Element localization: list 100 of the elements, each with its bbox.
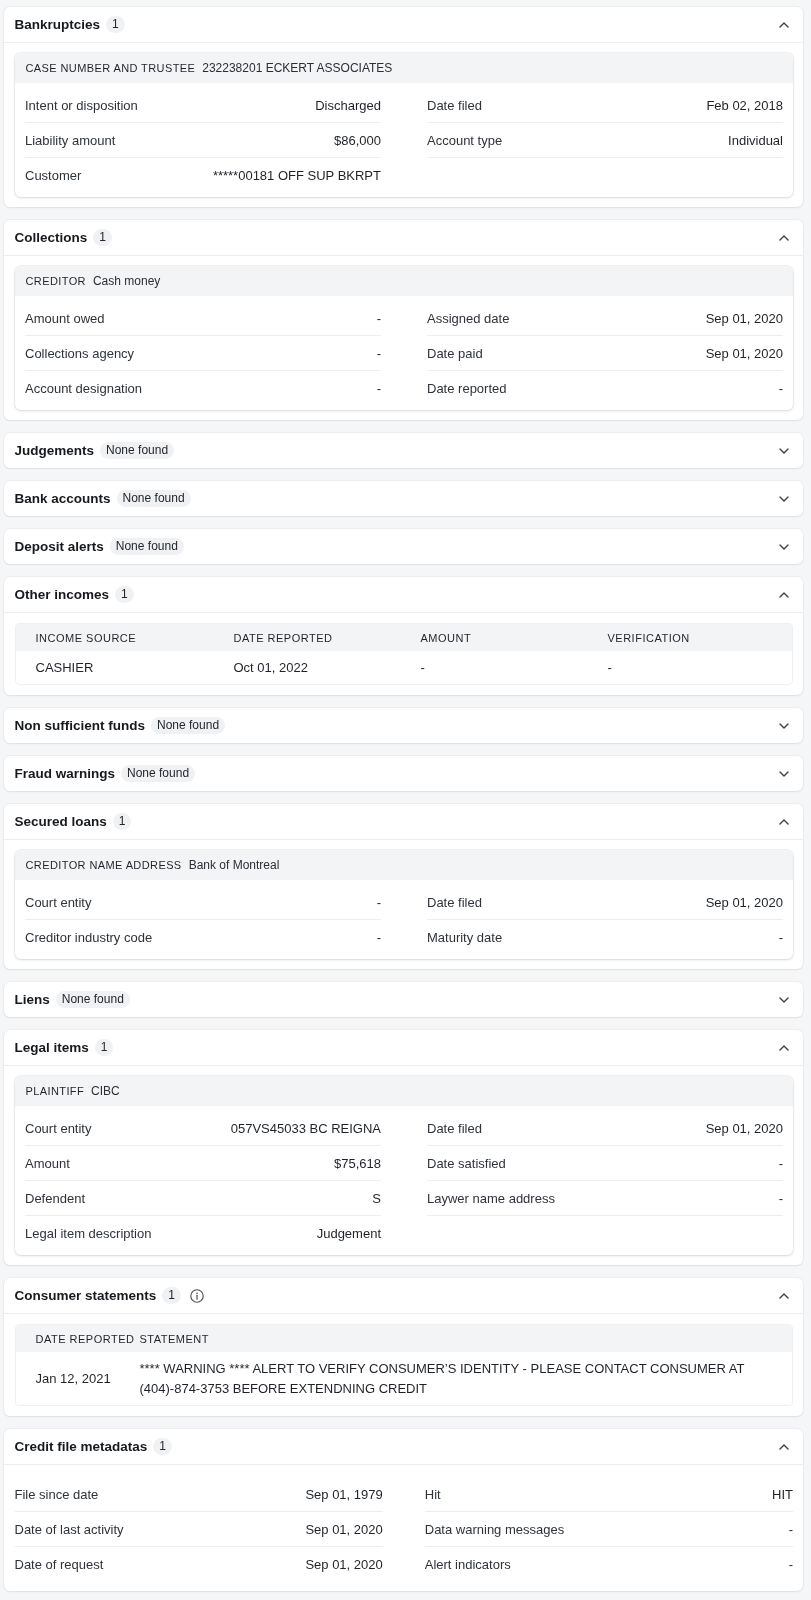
section-badge: 1: [106, 16, 125, 33]
chevron-down-icon[interactable]: [779, 722, 789, 729]
field-value: Sep 01, 2020: [305, 1521, 383, 1537]
section-title: Bankruptcies: [14, 17, 101, 32]
record-heading-value: 232238201 ECKERT ASSOCIATES: [202, 61, 393, 75]
table-cell-text: Jan 12, 2021: [35, 1370, 112, 1388]
field-label: Date of last activity: [14, 1521, 124, 1537]
field-label: Account designation: [25, 380, 143, 396]
chevron-down-icon[interactable]: [779, 770, 789, 777]
field-value: -: [376, 894, 381, 910]
chevron-up-icon[interactable]: [779, 591, 789, 598]
field-value: -: [778, 380, 783, 396]
section-title: Collections: [14, 230, 88, 245]
chevron-down-icon[interactable]: [779, 447, 789, 454]
field-label: Date reported: [427, 380, 507, 396]
field-value: -: [788, 1521, 793, 1537]
field-label: Legal item description: [25, 1225, 152, 1241]
chevron-up-icon[interactable]: [779, 1292, 789, 1299]
record-heading-value: Bank of Montreal: [188, 858, 280, 872]
field-value: Sep 01, 1979: [305, 1486, 383, 1502]
table-cell-text: **** WARNING **** ALERT TO VERIFY CONSUMER’S IDENTITY - PLEASE CONTACT CONSUMER AT (404)-874-3753 BEFORE EXTENDNING CREDIT: [139, 1360, 746, 1398]
field-label: Alert indicators: [424, 1556, 511, 1572]
field-value: Sep 01, 2020: [305, 1556, 383, 1572]
section-title: Credit file metadatas: [14, 1439, 148, 1454]
field-value: -: [778, 1155, 783, 1171]
field-value: Sep 01, 2020: [705, 345, 783, 361]
chevron-up-icon[interactable]: [779, 1044, 789, 1051]
section-badge: 1: [153, 1438, 172, 1455]
column-header: DATE REPORTED: [233, 631, 334, 644]
field-label: Maturity date: [427, 929, 503, 945]
field-label: Amount: [25, 1155, 70, 1171]
field-label: Hit: [424, 1486, 441, 1502]
field-value: $86,000: [334, 132, 381, 148]
column-header: AMOUNT: [420, 631, 473, 644]
field-label: Data warning messages: [424, 1521, 565, 1537]
section-badge: None found: [55, 991, 130, 1008]
table-cell-text: -: [607, 659, 613, 677]
chevron-down-icon[interactable]: [779, 495, 789, 502]
record-heading-value: Cash money: [92, 274, 161, 288]
field-label: Laywer name address: [427, 1190, 555, 1206]
section-title: Legal items: [14, 1040, 89, 1055]
section-badge: 1: [112, 813, 132, 830]
field-value: -: [376, 380, 381, 396]
chevron-up-icon[interactable]: [779, 1443, 789, 1450]
record-heading-label: CASE NUMBER AND TRUSTEE: [25, 62, 196, 74]
field-value: Individual: [728, 132, 783, 148]
field-value: -: [376, 345, 381, 361]
field-label: File since date: [14, 1486, 99, 1502]
field-value: $75,618: [334, 1155, 381, 1171]
field-value: -: [788, 1556, 793, 1572]
section-badge: None found: [121, 765, 196, 782]
column-header: INCOME SOURCE: [35, 631, 138, 644]
field-label: Court entity: [25, 1120, 92, 1136]
field-label: Court entity: [25, 894, 92, 910]
field-value: Judgement: [316, 1225, 381, 1241]
record-heading-value: CIBC: [91, 1084, 120, 1098]
field-label: Date of request: [14, 1556, 104, 1572]
chevron-down-icon[interactable]: [779, 543, 789, 550]
chevron-up-icon[interactable]: [779, 818, 789, 825]
section-badge: None found: [109, 538, 184, 555]
section-title: Other incomes: [14, 587, 110, 602]
section-title: Bank accounts: [14, 491, 111, 506]
section-badge: None found: [116, 490, 191, 507]
section-title: Liens: [14, 992, 50, 1007]
field-label: Date filed: [427, 1120, 482, 1136]
field-value: S: [372, 1190, 381, 1206]
section-badge: 1: [93, 229, 112, 246]
table-cell-text: Oct 01, 2022: [233, 659, 309, 677]
record-heading-label: PLAINTIFF: [25, 1085, 85, 1097]
field-label: Date paid: [427, 345, 483, 361]
field-value: Discharged: [315, 97, 381, 113]
table-cell-text: CASHIER: [35, 659, 95, 677]
field-label: Intent or disposition: [25, 97, 138, 113]
field-value: -: [376, 929, 381, 945]
record-heading-label: CREDITOR NAME ADDRESS: [25, 859, 182, 871]
field-label: Amount owed: [25, 310, 105, 326]
field-value: -: [376, 310, 381, 326]
info-icon[interactable]: [190, 1288, 204, 1303]
field-label: Date filed: [427, 894, 482, 910]
table-cell-text: -: [420, 659, 426, 677]
field-value: *****00181 OFF SUP BKRPT: [212, 167, 381, 183]
record-heading-label: CREDITOR: [25, 275, 86, 287]
field-value: -: [778, 1190, 783, 1206]
field-label: Assigned date: [427, 310, 510, 326]
field-label: Customer: [25, 167, 82, 183]
field-label: Liability amount: [25, 132, 116, 148]
field-label: Creditor industry code: [25, 929, 153, 945]
field-label: Date filed: [427, 97, 482, 113]
chevron-up-icon[interactable]: [779, 21, 789, 28]
chevron-up-icon[interactable]: [779, 234, 789, 241]
section-badge: 1: [115, 586, 134, 603]
section-title: Consumer statements: [14, 1288, 157, 1303]
section-badge: None found: [100, 442, 175, 459]
section-title: Deposit alerts: [14, 539, 104, 554]
field-label: Date satisfied: [427, 1155, 506, 1171]
field-label: Collections agency: [25, 345, 135, 361]
field-value: Sep 01, 2020: [705, 310, 783, 326]
field-value: 057VS45033 BC REIGNA: [230, 1120, 381, 1136]
chevron-down-icon[interactable]: [779, 996, 789, 1003]
section-title: Secured loans: [14, 814, 107, 829]
